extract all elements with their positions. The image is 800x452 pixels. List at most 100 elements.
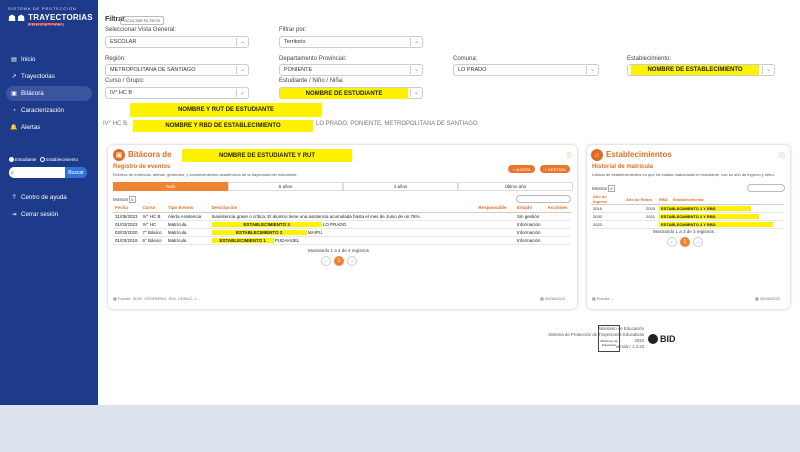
depto-select[interactable]: PONIENTE ⌄ [279,64,423,76]
add-alert-button[interactable]: + ALERTA [508,165,535,173]
table-row: 2020 2021 ESTABLECIMIENTO 2 Y RBD [591,212,784,221]
tab-ultimo-ano[interactable]: Último año [458,182,573,191]
home-icon: ▤ [11,57,17,63]
col-ingreso[interactable]: Año de Ingreso [591,194,624,205]
cell-acciones [545,212,571,221]
col-rbd[interactable]: RBD [657,194,671,205]
prev-page-button[interactable]: ← [321,256,331,266]
col-retiro[interactable]: Año de Retiro [624,194,657,205]
chevron-down-icon: ⌄ [235,89,245,97]
filter-area: Filtrar OCULTAR FILTROS Seleccionar Vist… [98,0,800,136]
chevron-down-icon: ⌄ [235,66,245,74]
cell-establecimiento: ESTABLECIMIENTO 3 Y RBD [657,220,784,229]
estudiante-label: Estudiante / Niño / Niña: [279,78,344,84]
sidebar-search: ⌕ Buscar [9,167,98,179]
sidebar-item-trayectorias[interactable]: ↗ Trayectorias [6,69,92,84]
col-estado[interactable]: Estado [514,204,546,213]
add-gestion-button[interactable]: + GESTIÓN [540,165,570,173]
col-acciones: Acciones [545,204,571,213]
col-tipo[interactable]: Tipo Evento [165,204,210,213]
vista-select[interactable]: ESCOLAR ⌄ [105,36,249,48]
page-button[interactable]: 1 [334,256,344,266]
next-page-button[interactable]: → [693,237,703,247]
school-highlight: ESTABLECIMIENTO 3 [211,221,322,227]
cell-establecimiento: ESTABLECIMIENTO 2 Y RBD [657,212,784,221]
cell-fecha: 02/03/2020 [113,228,141,237]
col-responsable[interactable]: Responsable [476,204,515,213]
cell-acciones [545,228,571,237]
show-entries: Mostrar 5 [592,185,615,192]
filtrar-select[interactable]: Territorio ⌄ [279,36,423,48]
brand-name: TRAYECTORIAS [28,13,93,22]
sidebar-item-alertas[interactable]: 🔔 Alertas [6,120,92,135]
sidebar-item-caracterizacion[interactable]: ◔ Caracterización [6,103,92,118]
curso-select[interactable]: IV° HC B ⌄ [105,87,249,99]
gobierno-logo: Ministerio de Educación [598,325,620,352]
table-search-input[interactable] [516,195,571,203]
bid-seal-icon [648,334,658,344]
next-page-button[interactable]: → [347,256,357,266]
school-highlight: ESTABLECIMIENTO 2 [211,229,307,235]
showing-info: Mostrando 1 a 4 de 4 registros [308,248,370,253]
hide-filters-button[interactable]: OCULTAR FILTROS [120,16,165,25]
page-bottom [0,405,800,452]
radio-establecimiento[interactable]: Establecimiento [40,157,78,163]
show-select[interactable]: 5 [608,185,615,192]
establecimientos-panel: ⌂ Establecimientos ⓘ Historial de matríc… [587,145,790,309]
prev-page-button[interactable]: ← [667,237,677,247]
cell-fecha: 31/05/2023 [113,212,141,221]
bitacora-student-highlight: NOMBRE DE ESTUDIANTE Y RUT [182,149,352,162]
estab-value-highlight: NOMBRE DE ESTABLECIMIENTO [631,65,759,75]
cell-descripcion: ESTABLECIMIENTO 2 MAIPÚ [209,228,477,237]
sidebar-item-bitacora[interactable]: ▣ Bitácora [6,86,92,101]
search-input[interactable]: ⌕ [9,167,65,179]
cell-estado: Información [514,228,546,237]
search-button[interactable]: Buscar [65,167,87,179]
student-rut-highlight: NOMBRE Y RUT DE ESTUDIANTE [130,103,322,117]
breadcrumb-course: IV° HC B, [103,121,129,127]
cell-descripcion: Inasistencia grave o crítica: El alumno … [209,212,477,221]
radio-estudiante[interactable]: Estudiante [9,157,36,163]
cell-estado: Información [514,220,546,229]
show-select[interactable]: 5 [129,196,136,203]
desc-text: Inasistencia grave o crítica: El alumno … [211,213,421,219]
table-search-input[interactable] [747,184,785,192]
sidebar-item-logout[interactable]: ⇥ Cerrar sesión [6,207,92,222]
book-icon: ▣ [11,91,17,97]
col-fecha[interactable]: Fecha [113,204,141,213]
logout-icon: ⇥ [11,212,17,219]
tab-5-anos[interactable]: 5 años [228,182,343,191]
show-label: Mostrar [592,186,608,191]
sidebar-item-ayuda[interactable]: ? Centro de ayuda [6,190,92,205]
cell-responsable [476,228,515,237]
showing-info: Mostrando 1 a 3 de 3 registros [653,229,715,234]
tab-todo[interactable]: Todo [113,182,228,191]
source-text: Fuente: - [596,296,613,301]
curso-label: Curso / Grupo: [105,78,145,84]
col-curso[interactable]: Curso [140,204,166,213]
filtrar-label: Filtrar por: [279,27,307,33]
table-row: 01/03/2019 6° Básico Matrícula ESTABLECI… [113,236,571,245]
region-select[interactable]: METROPOLITANA DE SANTIAGO ⌄ [105,64,249,76]
col-descripcion[interactable]: Descripción [209,204,477,213]
cell-fecha: 01/03/2023 [113,220,141,229]
comuna-select[interactable]: LO PRADO ⌄ [453,64,599,76]
school-highlight: ESTABLECIMIENTO 1 [211,237,274,243]
tab-4-anos[interactable]: 4 años [343,182,458,191]
page-button[interactable]: 1 [680,237,690,247]
gobierno-logo-text: Ministerio de Educación [600,339,618,347]
cell-retiro: 2021 [624,212,657,221]
col-establecimiento[interactable]: Establecimiento [671,194,784,205]
sidebar-item-label: Inicio [21,56,36,63]
pagination: ← 1 → [321,256,357,266]
brand-sub: EDUCATIVAS [28,22,66,27]
table-row: 31/05/2023 IV° HC B Alerta Asistencia In… [113,212,571,221]
estab-panel-title: Establecimientos [606,150,672,159]
school-highlight: ESTABLECIMIENTO 3 Y RBD [659,222,773,227]
desc-location: MAIPÚ [307,229,323,235]
table-row: 02/03/2020 7° Básico Matrícula ESTABLECI… [113,228,571,237]
cell-acciones [545,236,571,245]
help-icon[interactable]: ⓘ [779,151,785,160]
help-icon[interactable]: ⓘ [566,151,572,160]
sidebar-item-inicio[interactable]: ▤ Inicio [6,52,92,67]
